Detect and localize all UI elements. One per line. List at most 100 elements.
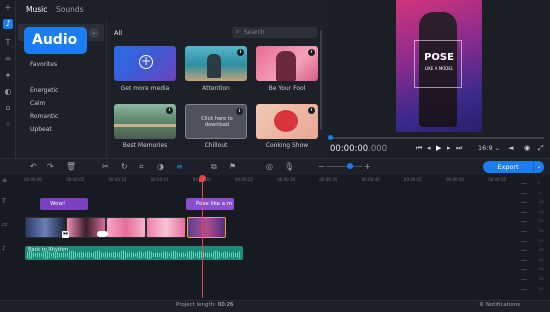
- notifications-link[interactable]: ⚙ Notifications: [479, 302, 520, 308]
- media-item-label: Cooking Show: [265, 142, 309, 149]
- tool-rail: + ♪ T ∞ ✦ ◐ ⌂ ⁘: [0, 0, 16, 158]
- volume-icon[interactable]: ◄: [508, 144, 513, 152]
- waveform-bar: [167, 251, 168, 259]
- waveform-bar: [77, 253, 78, 257]
- video-track-head[interactable]: ▭: [2, 221, 16, 228]
- cut-icon[interactable]: ✂: [102, 162, 109, 171]
- rotate-icon[interactable]: ↻: [121, 162, 128, 171]
- track-settings-icon[interactable]: ≡: [2, 177, 16, 184]
- waveform-bar: [171, 252, 172, 258]
- category-energetic[interactable]: Energetic: [30, 87, 58, 94]
- music-note-icon[interactable]: ♪: [3, 19, 13, 29]
- audio-track-head[interactable]: ♪: [2, 245, 16, 252]
- category-romantic[interactable]: Romantic: [30, 113, 58, 120]
- titles-icon[interactable]: T: [3, 38, 13, 48]
- media-item-chillout[interactable]: Click here to download ⭳: [185, 104, 247, 139]
- waveform-bar: [215, 250, 216, 260]
- waveform-bar: [163, 251, 164, 259]
- search-input[interactable]: Search: [232, 27, 317, 38]
- next-clip-icon[interactable]: ⏭: [456, 144, 462, 153]
- waveform-bar: [39, 252, 40, 258]
- redo-icon[interactable]: ↷: [47, 162, 54, 171]
- crop-icon[interactable]: ⌗: [139, 162, 144, 171]
- video-clip-selected[interactable]: [187, 217, 226, 238]
- meter-label: -30: [538, 238, 544, 243]
- marker-icon[interactable]: ⚑: [229, 162, 236, 171]
- zoom-out-icon[interactable]: −: [318, 162, 325, 171]
- download-icon[interactable]: ⭳: [236, 108, 243, 115]
- download-icon[interactable]: ⭳: [308, 49, 315, 56]
- waveform-bar: [83, 252, 84, 258]
- media-item-get-more[interactable]: +: [114, 46, 176, 81]
- seek-knob[interactable]: [328, 135, 333, 140]
- video-clip[interactable]: [106, 217, 146, 238]
- tab-sounds[interactable]: Sounds: [56, 5, 84, 14]
- prev-clip-icon[interactable]: ⏮: [416, 144, 422, 153]
- waveform-bar: [185, 253, 186, 257]
- waveform-bar: [161, 252, 162, 258]
- time-ruler[interactable]: [18, 176, 518, 184]
- meter-line: [521, 221, 527, 223]
- step-back-icon[interactable]: ◂: [427, 144, 431, 152]
- meter-label: -40: [538, 257, 544, 262]
- waveform-bar: [229, 253, 230, 257]
- media-item-cooking-show[interactable]: ⭳: [256, 104, 318, 139]
- waveform-bar: [61, 252, 62, 258]
- playhead[interactable]: [202, 177, 203, 298]
- media-item-be-your-fool[interactable]: ⭳: [256, 46, 318, 81]
- category-calm[interactable]: Calm: [30, 100, 45, 107]
- webcam-icon[interactable]: ◎: [266, 162, 273, 171]
- category-favorites[interactable]: Favorites: [30, 61, 57, 68]
- waveform-bar: [117, 253, 118, 257]
- step-forward-icon[interactable]: ▸: [447, 144, 451, 152]
- title-clip[interactable]: Pose like a m: [186, 198, 234, 210]
- zoom-knob[interactable]: [347, 163, 353, 169]
- playhead-handle[interactable]: [199, 175, 206, 182]
- title-track-head[interactable]: T: [2, 198, 16, 205]
- waveform-bar: [43, 251, 44, 259]
- zoom-slider[interactable]: [326, 166, 362, 167]
- aspect-ratio-select[interactable]: 16:9 ⌄: [478, 144, 500, 152]
- effects-icon[interactable]: ⌂: [3, 103, 13, 113]
- meter-label: -5: [538, 190, 542, 195]
- download-icon[interactable]: ⭳: [166, 107, 173, 114]
- filters-icon[interactable]: ✦: [3, 71, 13, 81]
- ruler-tick-label: 00:00:00: [24, 177, 42, 182]
- library-scrollbar[interactable]: [320, 30, 322, 130]
- transition-icon[interactable]: ⧓: [62, 231, 69, 238]
- transition-icon[interactable]: [97, 231, 108, 237]
- media-item-best-memories[interactable]: ⭳: [114, 104, 176, 139]
- download-icon[interactable]: ⭳: [308, 107, 315, 114]
- waveform-bar: [59, 252, 60, 258]
- zoom-in-icon[interactable]: +: [364, 162, 371, 171]
- fullscreen-icon[interactable]: ⤢: [538, 144, 544, 153]
- video-clip[interactable]: [25, 217, 65, 238]
- category-upbeat[interactable]: Upbeat: [30, 126, 52, 133]
- import-icon[interactable]: +: [3, 3, 13, 13]
- waveform-bar: [227, 252, 228, 258]
- meter-line: [521, 192, 527, 194]
- delete-icon[interactable]: 🗑: [66, 162, 76, 171]
- stickers-icon[interactable]: ◐: [3, 87, 13, 97]
- snapshot-icon[interactable]: ◉: [524, 144, 530, 152]
- color-adjust-icon[interactable]: ◑: [157, 162, 164, 171]
- waveform-bar: [125, 251, 126, 259]
- tab-music[interactable]: Music: [26, 5, 47, 14]
- microphone-icon[interactable]: 🎙: [284, 162, 294, 171]
- waveform-bar: [57, 251, 58, 259]
- meter-line: [521, 202, 527, 204]
- video-clip[interactable]: [146, 217, 186, 238]
- clip-properties-icon[interactable]: ≡: [176, 162, 183, 171]
- preview-seekbar[interactable]: [328, 135, 544, 140]
- download-icon[interactable]: ⭳: [237, 49, 244, 56]
- title-clip[interactable]: Wow!: [40, 198, 88, 210]
- more-tools-icon[interactable]: ⁘: [3, 120, 13, 130]
- transitions-icon[interactable]: ∞: [3, 54, 13, 64]
- export-button[interactable]: Export: [483, 161, 533, 173]
- audio-clip[interactable]: Back to Rhythm: [25, 246, 243, 260]
- undo-icon[interactable]: ↶: [30, 162, 37, 171]
- chevron-down-icon[interactable]: ⌄: [89, 28, 99, 38]
- media-item-attention[interactable]: ⭳: [185, 46, 247, 81]
- play-icon[interactable]: ▶: [436, 144, 441, 152]
- overlay-icon[interactable]: ⧉: [211, 162, 217, 171]
